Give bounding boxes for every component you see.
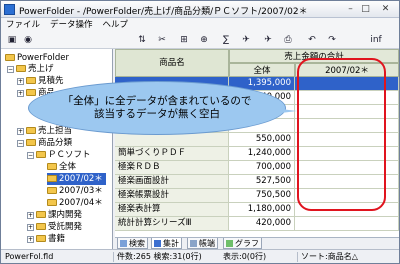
title-bar: PowerFolder - /PowerFolder/売上げ/商品分類/ＰＣソフ… <box>1 1 399 18</box>
cell-name[interactable]: 極楽帳票設計 <box>115 189 229 203</box>
maximize-icon[interactable]: □ <box>359 3 372 15</box>
info-icon[interactable]: inf <box>367 34 385 47</box>
status-sort: ソート:商品名△ <box>301 252 358 261</box>
calc-icon[interactable]: ∑ <box>219 34 233 47</box>
cell-total[interactable]: 750,500 <box>229 189 295 203</box>
filter-icon[interactable]: ✂ <box>155 34 169 47</box>
tree-quote[interactable]: + 見積先 <box>17 75 64 87</box>
table-icon <box>154 240 161 247</box>
status-divider <box>113 252 114 262</box>
tree-200704[interactable]: 2007/04＊ <box>47 197 103 209</box>
folder-icon <box>47 175 57 182</box>
redo-icon[interactable]: ↷ <box>325 34 339 47</box>
status-file: PowerFol.fld <box>5 252 54 261</box>
tree-200703[interactable]: 2007/03＊ <box>47 185 103 197</box>
expand-icon[interactable]: + <box>27 212 34 219</box>
tree-dev[interactable]: + 課内開発 <box>27 209 82 221</box>
expand-icon[interactable]: + <box>27 224 34 231</box>
folder-open-icon[interactable]: ▣ <box>5 34 19 47</box>
search-icon <box>120 240 127 247</box>
undo-icon[interactable]: ↶ <box>305 34 319 47</box>
folder-icon <box>47 163 57 170</box>
view-tabs: 検索 集計 帳端 グラフ <box>115 237 399 249</box>
folder-icon <box>36 151 46 158</box>
folder-icon <box>47 187 57 194</box>
expand-icon[interactable]: + <box>17 90 24 97</box>
menu-help[interactable]: ヘルプ <box>98 18 134 32</box>
group-icon[interactable]: ⊞ <box>177 34 191 47</box>
cell-name[interactable]: 極楽ＲＤＢ <box>115 161 229 175</box>
print-icon[interactable]: ⎙ <box>281 34 295 47</box>
status-count: 件数:265 検索:31(0行) <box>117 252 202 261</box>
tree-pcsoft[interactable]: − ＰＣソフト <box>27 149 91 161</box>
tree-sales[interactable]: − 売上げ <box>7 63 54 75</box>
tab-search[interactable]: 検索 <box>117 238 148 249</box>
folder-icon <box>36 223 46 230</box>
collapse-icon[interactable]: − <box>27 152 34 159</box>
folder-icon <box>26 139 36 146</box>
tree-books[interactable]: + 書籍 <box>27 233 65 245</box>
callout-line-2: 該当するデータが無く空白 <box>94 108 220 120</box>
grid-toolbar: ⇅ ✂ ⊞ ⊕ ∑ ✈ ✈ ⎙ ↶ ↷ inf <box>115 32 399 49</box>
folder-icon <box>47 199 57 206</box>
eye-icon[interactable]: ◉ <box>21 34 35 47</box>
expand-icon[interactable]: + <box>27 236 34 243</box>
cell-name[interactable]: 極楽表計算 <box>115 203 229 217</box>
col-header-name[interactable]: 商品名 <box>115 49 229 77</box>
cell-total[interactable]: 1,180,000 <box>229 203 295 217</box>
menu-bar: ファイル データ操作 ヘルプ <box>1 18 399 32</box>
folder-icon <box>36 211 46 218</box>
tab-report[interactable]: 帳端 <box>187 238 218 249</box>
folder-icon <box>26 127 36 134</box>
cell-name[interactable] <box>115 133 229 147</box>
tab-graph[interactable]: グラフ <box>223 238 262 249</box>
export-icon[interactable]: ✈ <box>261 34 275 47</box>
app-icon <box>4 4 15 15</box>
expand-icon[interactable]: ⊕ <box>197 34 211 47</box>
folder-icon <box>16 65 26 72</box>
collapse-icon[interactable]: − <box>17 140 24 147</box>
cell-name[interactable]: 極楽画面設計 <box>115 175 229 189</box>
collapse-icon[interactable]: − <box>7 66 14 73</box>
tree-all[interactable]: 全体 <box>47 161 76 173</box>
cell-total[interactable]: 420,000 <box>229 217 295 231</box>
folder-icon <box>26 77 36 84</box>
chart-icon[interactable]: ✈ <box>239 34 253 47</box>
cell-month[interactable] <box>295 217 399 231</box>
expand-icon[interactable]: + <box>17 78 24 85</box>
cell-total[interactable]: 550,000 <box>229 133 295 147</box>
menu-data[interactable]: データ操作 <box>45 18 98 32</box>
cell-total[interactable]: 1,240,000 <box>229 147 295 161</box>
report-icon <box>190 240 197 247</box>
status-bar: PowerFol.fld 件数:265 検索:31(0行) 表示:0(0行) ソ… <box>1 249 399 263</box>
status-display: 表示:0(0行) <box>223 252 267 261</box>
callout-text: 「全体」に全データが含まれているので 該当するデータが無く空白 <box>31 95 283 121</box>
close-icon[interactable]: ✕ <box>379 3 392 15</box>
graph-icon <box>226 240 233 247</box>
status-divider <box>297 252 298 262</box>
tree-contract[interactable]: + 受託開発 <box>27 221 82 233</box>
folder-icon <box>5 54 15 61</box>
callout-line-1: 「全体」に全データが含まれているので <box>62 95 252 107</box>
menu-file[interactable]: ファイル <box>1 18 45 32</box>
app-window: PowerFolder - /PowerFolder/売上げ/商品分類/ＰＣソフ… <box>0 0 400 264</box>
sort-icon[interactable]: ⇅ <box>135 34 149 47</box>
tree-category[interactable]: − 商品分類 <box>17 137 72 149</box>
expand-icon[interactable]: + <box>17 128 24 135</box>
folder-icon <box>36 235 46 242</box>
folder-tree: PowerFolder −売上げ +見積先 +商品 +売上担当 −商品分類 −Ｐ… <box>1 49 113 249</box>
col-header-total[interactable]: 全体 <box>229 63 295 77</box>
cell-total[interactable]: 700,000 <box>229 161 295 175</box>
tree-toolbar: ▣ ◉ <box>1 32 115 49</box>
minimize-icon[interactable]: – <box>344 3 357 15</box>
highlight-oval <box>297 58 386 211</box>
cell-total[interactable]: 527,500 <box>229 175 295 189</box>
cell-name[interactable]: 簡単づくりＰＤＦ <box>115 147 229 161</box>
tree-200702[interactable]: 2007/02＊ <box>47 173 106 185</box>
window-title: PowerFolder - /PowerFolder/売上げ/商品分類/ＰＣソフ… <box>19 7 308 17</box>
tab-aggregate[interactable]: 集計 <box>151 238 182 249</box>
cell-name[interactable]: 統計計算シリーズⅢ <box>115 217 229 231</box>
